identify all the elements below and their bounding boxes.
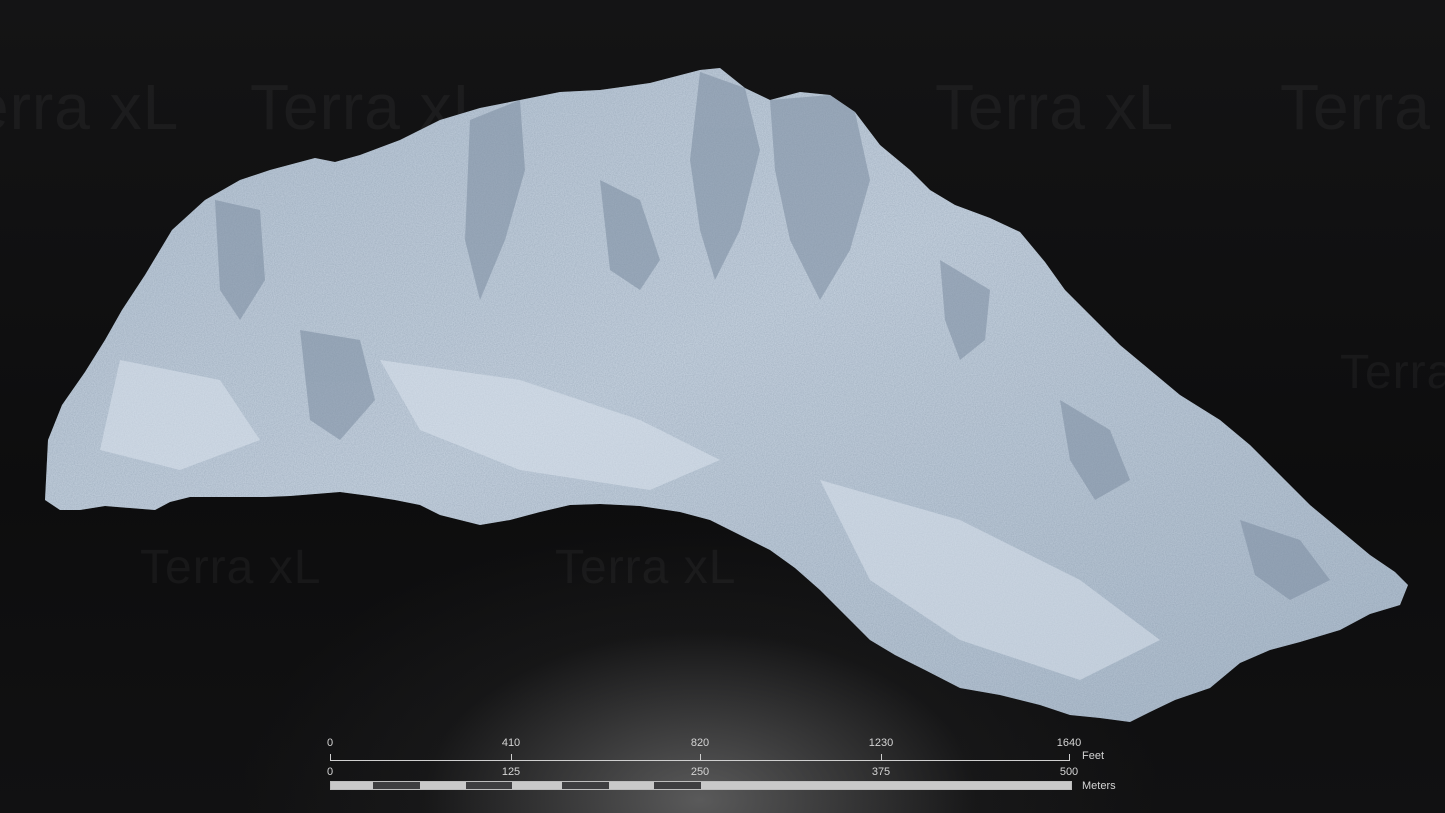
terrain-map [45, 68, 1408, 722]
